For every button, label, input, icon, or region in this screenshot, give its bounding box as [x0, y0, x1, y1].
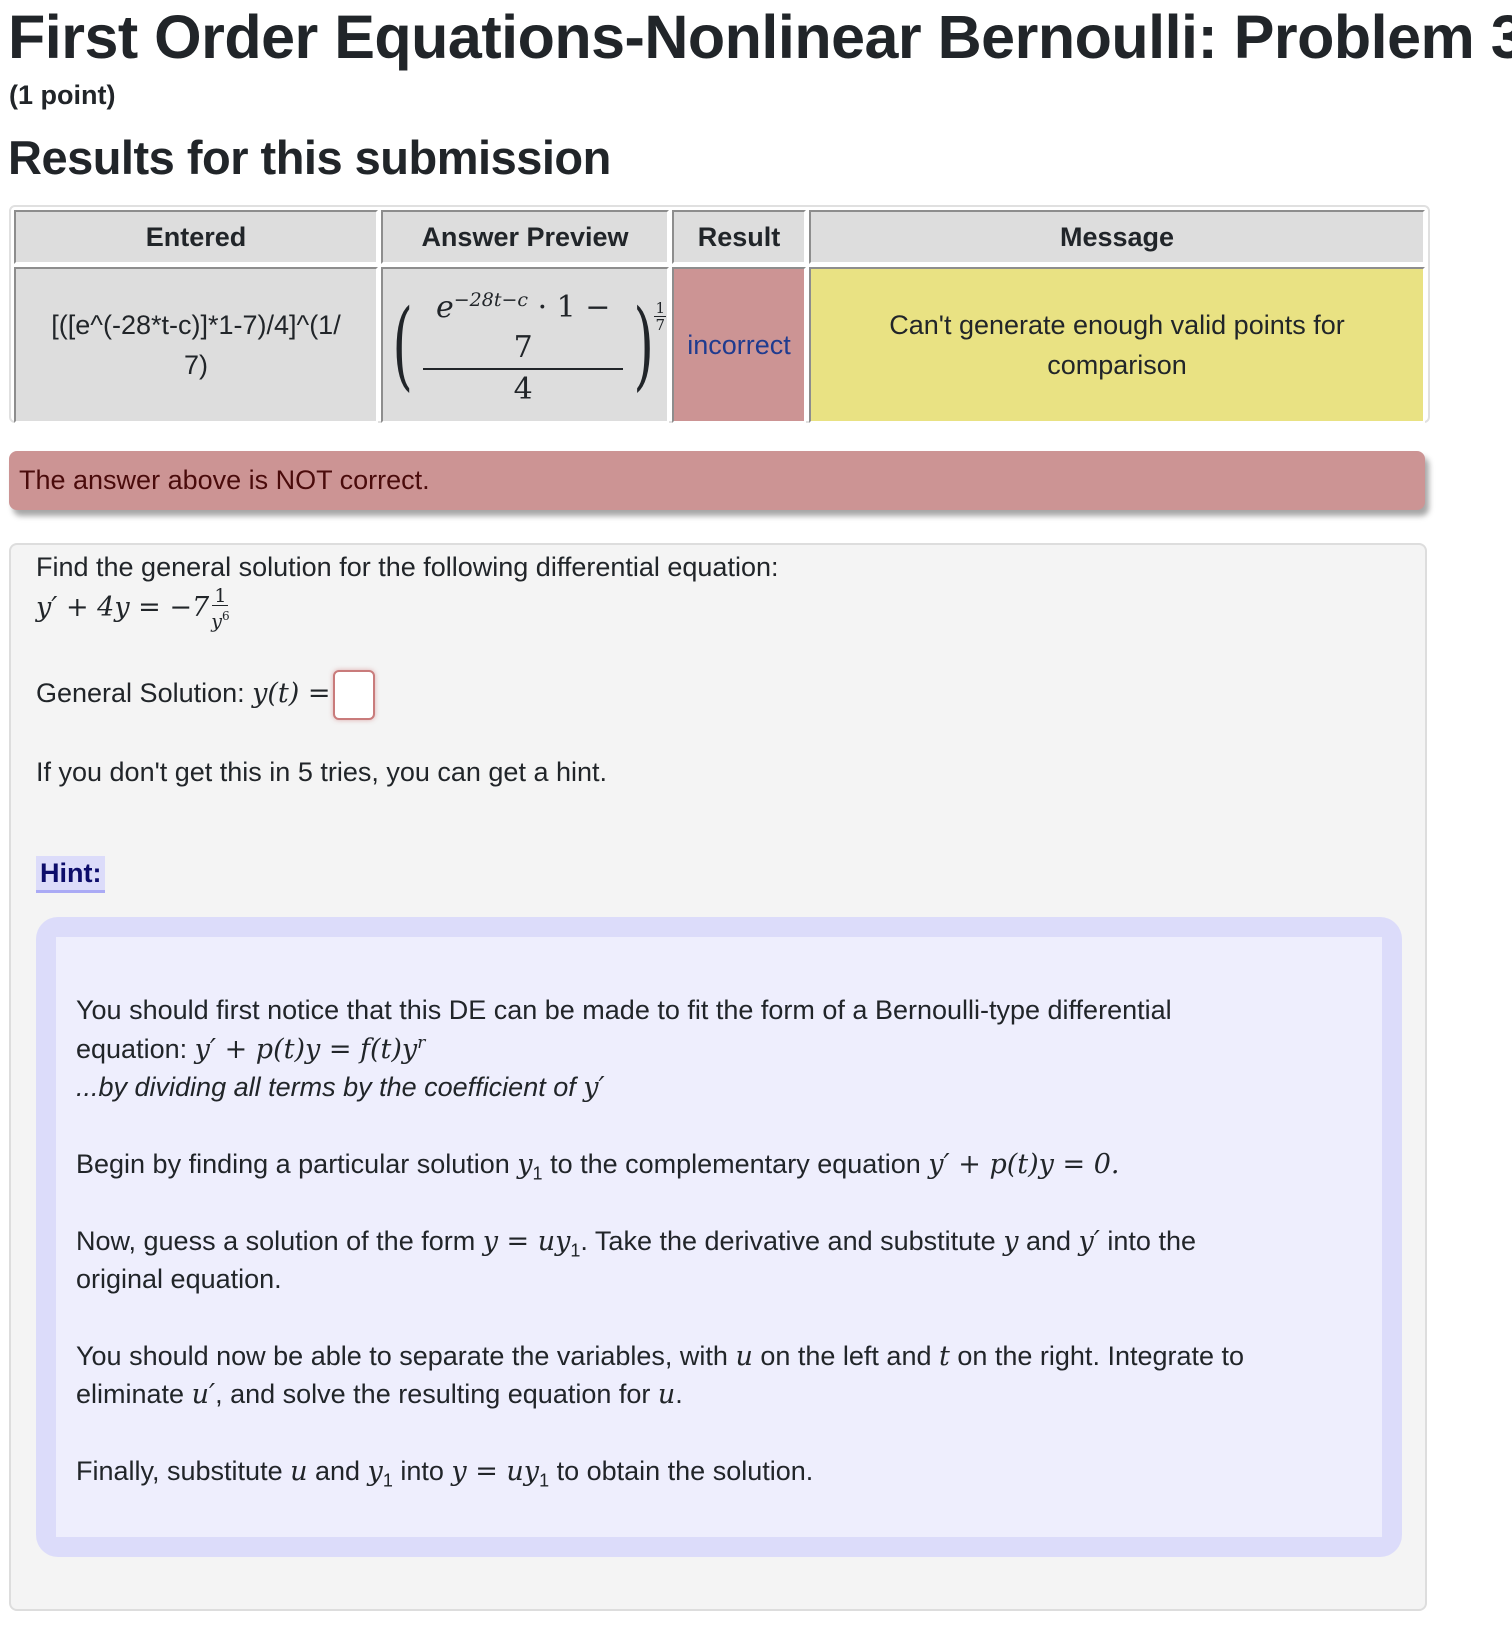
incorrect-alert: The answer above is NOT correct.	[9, 451, 1425, 510]
points-label: (1 point)	[9, 80, 116, 110]
results-table: Entered Answer Preview Result Message [(…	[11, 207, 1428, 426]
answer-math: y(t) =	[252, 678, 331, 709]
header-message: Message	[809, 210, 1425, 264]
results-table-container: Entered Answer Preview Result Message [(…	[9, 205, 1430, 423]
left-paren: (	[392, 289, 414, 401]
hint-toggle[interactable]: Hint:	[36, 856, 106, 893]
hint-paragraph-2: Begin by finding a particular solution y…	[76, 1149, 1120, 1184]
problem-prompt: Find the general solution for the follow…	[36, 552, 779, 582]
message-text: Can't generate enough valid points for c…	[889, 310, 1345, 380]
answer-preview-cell: ( e−28t−c · 1 − 7 4 ) 1 7	[381, 267, 669, 423]
message-cell: Can't generate enough valid points for c…	[809, 267, 1425, 423]
answer-label: General Solution:	[36, 678, 253, 708]
hint-box: You should first notice that this DE can…	[36, 917, 1402, 1557]
result-cell: incorrect	[672, 267, 806, 423]
hint-paragraph-1-line-3: ...by dividing all terms by the coeffici…	[76, 1072, 605, 1103]
answer-preview-math: ( e−28t−c · 1 − 7 4 ) 1 7	[384, 280, 666, 410]
right-paren: )	[633, 289, 655, 401]
hint-paragraph-4-line-1: You should now be able to separate the v…	[76, 1341, 1245, 1372]
preview-power: 1 7	[654, 298, 666, 334]
entered-cell: [([e^(-28*t-c)]*1-7)/4]^(1/7)	[14, 267, 378, 423]
results-heading: Results for this submission	[8, 131, 611, 184]
hint-paragraph-3-line-1: Now, guess a solution of the form y = uy…	[76, 1226, 1196, 1261]
preview-fraction: e−28t−c · 1 − 7 4	[423, 280, 623, 410]
hint-paragraph-1-line-2: equation: y′ + p(t)y = f(t)yr	[76, 1033, 426, 1065]
hint-paragraph-4-line-2: eliminate u′, and solve the resulting eq…	[76, 1379, 683, 1410]
answer-row: General Solution: y(t) =	[36, 665, 375, 722]
tries-note: If you don't get this in 5 tries, you ca…	[36, 757, 607, 787]
problem-body: Find the general solution for the follow…	[9, 543, 1427, 1611]
page-title: First Order Equations-Nonlinear Bernoull…	[8, 3, 1512, 71]
table-row: [([e^(-28*t-c)]*1-7)/4]^(1/7) ( e−28t−c …	[14, 267, 1425, 423]
header-entered: Entered	[14, 210, 378, 264]
entered-value: [([e^(-28*t-c)]*1-7)/4]^(1/7)	[51, 310, 341, 380]
equation-fraction: 1 y6	[211, 584, 230, 633]
hint-paragraph-3-line-2: original equation.	[76, 1264, 282, 1294]
hint-paragraph-1-line-1: You should first notice that this DE can…	[76, 995, 1172, 1025]
header-result: Result	[672, 210, 806, 264]
results-table-header-row: Entered Answer Preview Result Message	[14, 210, 1425, 264]
hint-paragraph-5: Finally, substitute u and y1 into y = uy…	[76, 1456, 814, 1491]
general-solution-input[interactable]	[332, 669, 375, 720]
header-answer-preview: Answer Preview	[381, 210, 669, 264]
problem-equation: y′ + 4y = −7 1 y6	[36, 584, 230, 633]
hint-content: You should first notice that this DE can…	[56, 937, 1382, 1537]
